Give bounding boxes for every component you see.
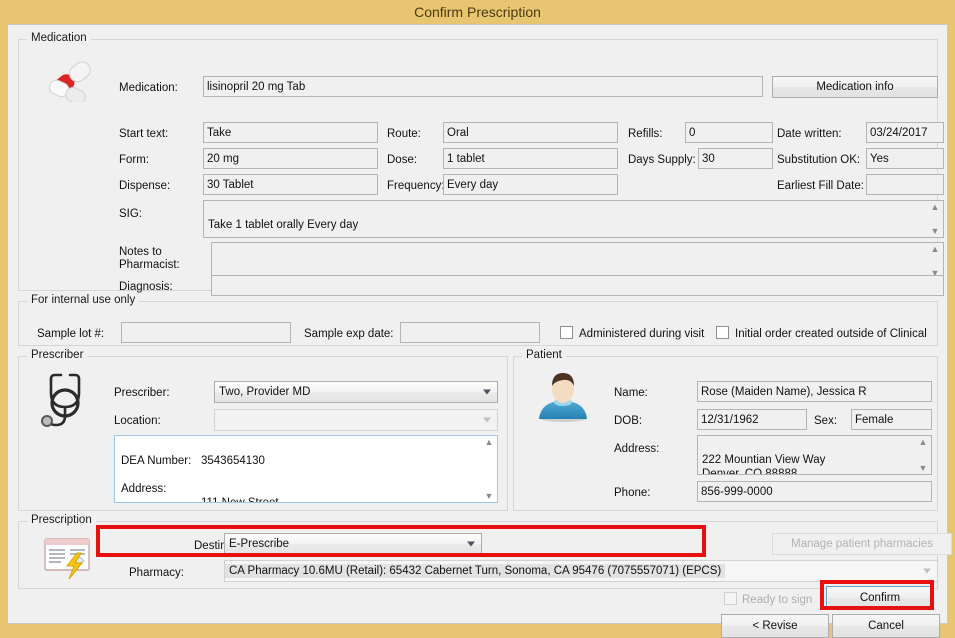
- prescriber-details-scroll-arrows[interactable]: ▲▼: [482, 437, 496, 501]
- dispense-label: Dispense:: [119, 180, 170, 193]
- notes-to-pharmacist-label: Notes to Pharmacist:: [119, 246, 180, 272]
- prescriber-combo-value: Two, Provider MD: [219, 386, 310, 398]
- medication-info-button[interactable]: Medication info: [772, 76, 938, 98]
- ready-to-sign-checkbox[interactable]: [724, 592, 737, 605]
- date-written-input[interactable]: 03/24/2017: [866, 122, 944, 143]
- patient-address-label: Address:: [614, 443, 659, 456]
- window-title-bar: Confirm Prescription: [0, 0, 955, 24]
- patient-phone-input[interactable]: 856-999-0000: [697, 481, 932, 502]
- chevron-down-icon: [483, 390, 491, 395]
- sig-textarea[interactable]: Take 1 tablet orally Every day ▲▼: [203, 200, 944, 238]
- patient-name-label: Name:: [614, 387, 648, 400]
- sample-exp-date-input[interactable]: [400, 322, 540, 343]
- location-combo[interactable]: [214, 409, 498, 431]
- destination-combo[interactable]: E-Prescribe: [224, 533, 482, 555]
- dea-number-value: 3543654130: [201, 454, 265, 468]
- date-written-label: Date written:: [777, 128, 842, 141]
- earliest-fill-date-input[interactable]: [866, 174, 944, 195]
- dispense-input[interactable]: 30 Tablet: [203, 174, 378, 195]
- earliest-fill-date-label: Earliest Fill Date:: [777, 180, 864, 193]
- revise-button[interactable]: < Revise: [721, 614, 829, 638]
- prescriber-combo[interactable]: Two, Provider MD: [214, 381, 498, 403]
- chevron-down-icon: [923, 569, 931, 574]
- initial-order-outside-checkbox[interactable]: [716, 326, 729, 339]
- sample-lot-input[interactable]: [121, 322, 291, 343]
- patient-dob-input[interactable]: 12/31/1962: [697, 409, 807, 430]
- internal-use-group: For internal use only Sample lot #: Samp…: [18, 301, 938, 346]
- internal-use-legend: For internal use only: [27, 294, 139, 306]
- sig-label: SIG:: [119, 208, 142, 221]
- refills-label: Refills:: [628, 128, 663, 141]
- sample-lot-label: Sample lot #:: [37, 328, 104, 341]
- medication-label: Medication:: [119, 82, 178, 95]
- prescription-group-legend: Prescription: [27, 514, 96, 526]
- destination-combo-value: E-Prescribe: [229, 538, 289, 550]
- administered-during-visit-label[interactable]: Administered during visit: [579, 328, 704, 341]
- prescriber-details-panel: DEA Number: 3543654130 Address: 111 New …: [114, 435, 498, 503]
- administered-during-visit-checkbox[interactable]: [560, 326, 573, 339]
- days-supply-label: Days Supply:: [628, 154, 696, 167]
- form-label: Form:: [119, 154, 149, 167]
- dea-number-label: DEA Number:: [121, 454, 201, 468]
- ready-to-sign-label: Ready to sign: [742, 594, 812, 607]
- chevron-down-icon: [467, 542, 475, 547]
- patient-sex-label: Sex:: [814, 415, 837, 428]
- patient-group-legend: Patient: [522, 349, 566, 361]
- pharmacy-combo[interactable]: CA Pharmacy 10.6MU (Retail): 65432 Caber…: [224, 560, 938, 582]
- pharmacy-label: Pharmacy:: [129, 567, 184, 580]
- pills-capsule-icon: [41, 54, 103, 102]
- manage-patient-pharmacies-button[interactable]: Manage patient pharmacies: [772, 533, 952, 555]
- start-text-label: Start text:: [119, 128, 168, 141]
- prescriber-group: Prescriber Prescriber: Two, Provider MD …: [18, 356, 508, 511]
- prescription-group: Prescription Destination: E-Prescribe Ma…: [18, 521, 938, 589]
- cancel-button[interactable]: Cancel: [832, 614, 940, 638]
- initial-order-outside-label[interactable]: Initial order created outside of Clinica…: [735, 328, 927, 341]
- patient-phone-label: Phone:: [614, 487, 650, 500]
- dialog-window: Medication Medication: lisinopril 20 mg …: [7, 24, 948, 624]
- substitution-ok-label: Substitution OK:: [777, 154, 860, 167]
- days-supply-input[interactable]: 30: [698, 148, 773, 169]
- form-input[interactable]: 20 mg: [203, 148, 378, 169]
- patient-sex-input[interactable]: Female: [851, 409, 932, 430]
- patient-address-textarea[interactable]: 222 Mountian View Way Denver, CO 88888 ▲…: [697, 435, 932, 475]
- prescriber-address-line1: 111 New Street: [201, 496, 291, 503]
- patient-address-value: 222 Mountian View Way Denver, CO 88888: [702, 454, 825, 475]
- patient-address-scroll-arrows[interactable]: ▲▼: [916, 437, 930, 473]
- start-text-input[interactable]: Take: [203, 122, 378, 143]
- dose-label: Dose:: [387, 154, 417, 167]
- prescriber-address-label: Address:: [121, 482, 201, 503]
- diagnosis-input[interactable]: [211, 275, 944, 296]
- notes-scroll-arrows[interactable]: ▲▼: [928, 244, 942, 278]
- patient-dob-label: DOB:: [614, 415, 642, 428]
- medication-group-legend: Medication: [27, 32, 91, 44]
- location-label: Location:: [114, 415, 161, 428]
- diagnosis-label: Diagnosis:: [119, 281, 173, 294]
- prescriber-label: Prescriber:: [114, 387, 170, 400]
- route-input[interactable]: Oral: [443, 122, 618, 143]
- eprescribe-document-icon: [39, 535, 99, 581]
- prescriber-group-legend: Prescriber: [27, 349, 87, 361]
- page-title: Confirm Prescription: [414, 4, 541, 20]
- sig-scroll-arrows[interactable]: ▲▼: [928, 202, 942, 236]
- refills-input[interactable]: 0: [685, 122, 773, 143]
- medication-input[interactable]: lisinopril 20 mg Tab: [203, 76, 763, 97]
- patient-group: Patient Name: Rose (Maiden Name), Jessic…: [513, 356, 938, 511]
- medication-group: Medication Medication: lisinopril 20 mg …: [18, 39, 938, 291]
- stethoscope-icon: [35, 373, 97, 431]
- pharmacy-selected-value: CA Pharmacy 10.6MU (Retail): 65432 Caber…: [225, 564, 725, 578]
- chevron-down-icon: [483, 418, 491, 423]
- sample-exp-date-label: Sample exp date:: [304, 328, 394, 341]
- route-label: Route:: [387, 128, 421, 141]
- frequency-label: Frequency:: [387, 180, 445, 193]
- sig-value: Take 1 tablet orally Every day: [208, 219, 358, 231]
- substitution-ok-input[interactable]: Yes: [866, 148, 944, 169]
- person-avatar-icon: [532, 371, 594, 423]
- patient-name-input[interactable]: Rose (Maiden Name), Jessica R: [697, 381, 932, 402]
- frequency-input[interactable]: Every day: [443, 174, 618, 195]
- confirm-button[interactable]: Confirm: [826, 586, 934, 610]
- dose-input[interactable]: 1 tablet: [443, 148, 618, 169]
